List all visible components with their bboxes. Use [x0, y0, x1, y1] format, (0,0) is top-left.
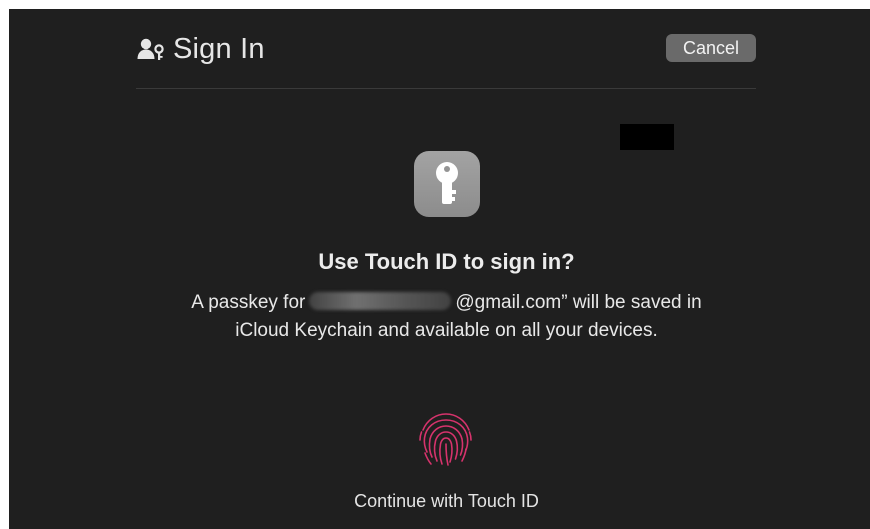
fingerprint-icon[interactable]	[413, 406, 479, 472]
dialog-title-group: Sign In	[137, 31, 265, 67]
person-key-icon	[137, 37, 167, 61]
keychain-key-icon	[414, 151, 480, 217]
dialog-heading: Use Touch ID to sign in?	[318, 249, 575, 274]
description-prefix: A passkey for	[191, 292, 306, 313]
cancel-button[interactable]: Cancel	[666, 34, 756, 62]
redacted-email-user	[309, 292, 452, 310]
continue-with-touch-id[interactable]: Continue with Touch ID	[9, 491, 870, 512]
dialog-header: Sign In Cancel	[9, 9, 870, 89]
sign-in-dialog: Sign In Cancel Use Touch ID to sign in? …	[9, 9, 870, 529]
header-divider	[136, 88, 756, 89]
redaction-block	[620, 124, 674, 150]
dialog-description: A passkey for @gmail.com” will be saved i…	[179, 289, 714, 345]
dialog-title: Sign In	[173, 32, 265, 65]
